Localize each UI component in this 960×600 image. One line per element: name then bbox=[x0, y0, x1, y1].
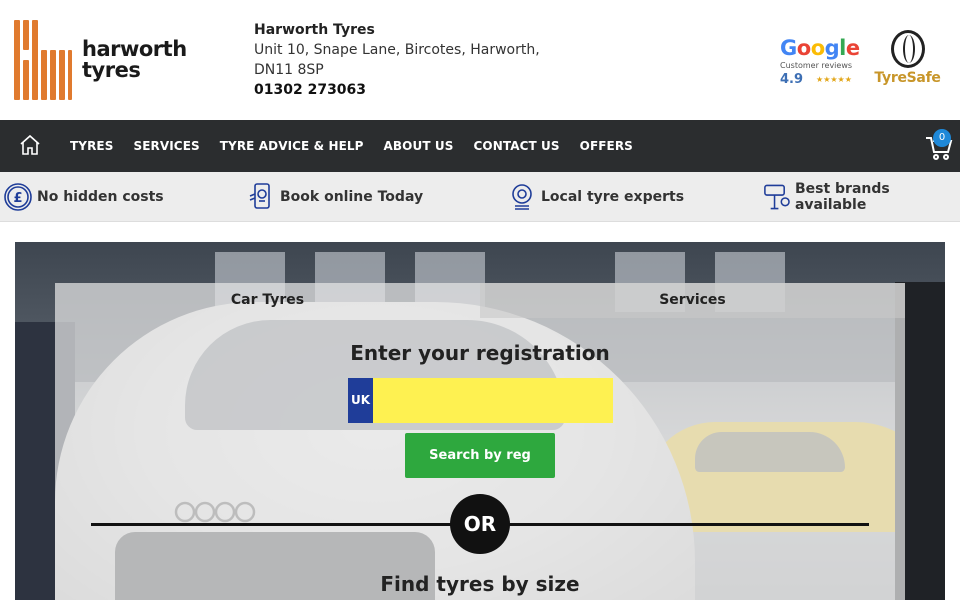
nav-item-tyres[interactable]: TYRES bbox=[70, 139, 113, 153]
harworth-tyres-logo[interactable]: harworth tyres bbox=[14, 19, 189, 101]
tyre-expert-icon bbox=[512, 184, 532, 210]
cart-count-badge: 0 bbox=[933, 129, 951, 147]
svg-text:£: £ bbox=[13, 191, 22, 206]
logo-stripes bbox=[14, 20, 72, 100]
search-tabs: Car Tyres Services bbox=[55, 283, 905, 318]
address-block: Harworth Tyres Unit 10, Snape Lane, Birc… bbox=[254, 20, 540, 100]
mobile-booking-icon bbox=[249, 183, 270, 209]
tab-services[interactable]: Services bbox=[480, 283, 905, 318]
nav-item-services[interactable]: SERVICES bbox=[133, 139, 199, 153]
find-by-size-title: Find tyres by size bbox=[380, 572, 580, 596]
tyre-search-panel: Car Tyres Services Enter your registrati… bbox=[55, 283, 905, 600]
tyresafe-text: TyreSafe bbox=[874, 70, 941, 86]
nav-item-offers[interactable]: OFFERS bbox=[580, 139, 633, 153]
usp-label: Best brands available bbox=[794, 181, 890, 213]
mechanic-icon bbox=[764, 184, 790, 210]
tyresafe-badge[interactable]: TyreSafe bbox=[870, 30, 945, 90]
search-by-reg-button[interactable]: Search by reg bbox=[405, 433, 555, 478]
uk-plate-prefix: UK bbox=[348, 378, 373, 423]
usp-label: Book online Today bbox=[280, 189, 424, 205]
usp-book-online: Book online Today bbox=[246, 172, 423, 222]
google-rating-value: 4.9 bbox=[780, 72, 804, 87]
logo-text: harworth tyres bbox=[82, 39, 187, 81]
google-wordmark: Google bbox=[780, 36, 860, 60]
registration-input[interactable] bbox=[373, 378, 613, 423]
nav-item-tyre-advice[interactable]: TYRE ADVICE & HELP bbox=[220, 139, 364, 153]
reg-plate: UK bbox=[348, 378, 613, 423]
tyre-icon bbox=[890, 30, 925, 68]
nav-links: TYRES SERVICES TYRE ADVICE & HELP ABOUT … bbox=[70, 120, 653, 172]
usp-best-brands: Best brands available bbox=[762, 172, 960, 222]
usp-strip: £ No hidden costs Book online Today Loca… bbox=[0, 172, 960, 222]
address-line-2: DN11 8SP bbox=[254, 62, 324, 78]
phone-number[interactable]: 01302 273063 bbox=[254, 80, 540, 100]
google-rating: 4.9 ★★★★★ bbox=[780, 72, 860, 87]
star-rating-icon: ★★★★★ bbox=[816, 75, 852, 84]
home-icon[interactable] bbox=[18, 133, 42, 157]
logo-line-1: harworth bbox=[82, 37, 187, 61]
main-nav: TYRES SERVICES TYRE ADVICE & HELP ABOUT … bbox=[0, 120, 960, 172]
address-line-1: Unit 10, Snape Lane, Bircotes, Harworth, bbox=[254, 42, 540, 58]
logo-line-2: tyres bbox=[82, 58, 141, 82]
nav-item-contact-us[interactable]: CONTACT US bbox=[473, 139, 559, 153]
tab-car-tyres[interactable]: Car Tyres bbox=[55, 283, 480, 318]
site-header: harworth tyres Harworth Tyres Unit 10, S… bbox=[0, 0, 960, 120]
or-divider: OR bbox=[450, 494, 510, 554]
google-reviews-badge[interactable]: Google Customer reviews 4.9 ★★★★★ bbox=[780, 36, 860, 92]
usp-local-experts: Local tyre experts bbox=[507, 172, 684, 222]
google-reviews-subtitle: Customer reviews bbox=[780, 61, 853, 70]
reg-title: Enter your registration bbox=[350, 341, 610, 365]
pound-coin-icon: £ bbox=[4, 183, 32, 211]
usp-label: No hidden costs bbox=[37, 189, 164, 205]
nav-item-about-us[interactable]: ABOUT US bbox=[384, 139, 454, 153]
usp-label: Local tyre experts bbox=[541, 189, 685, 205]
company-name: Harworth Tyres bbox=[254, 22, 375, 38]
usp-no-hidden-costs: £ No hidden costs bbox=[3, 172, 164, 222]
